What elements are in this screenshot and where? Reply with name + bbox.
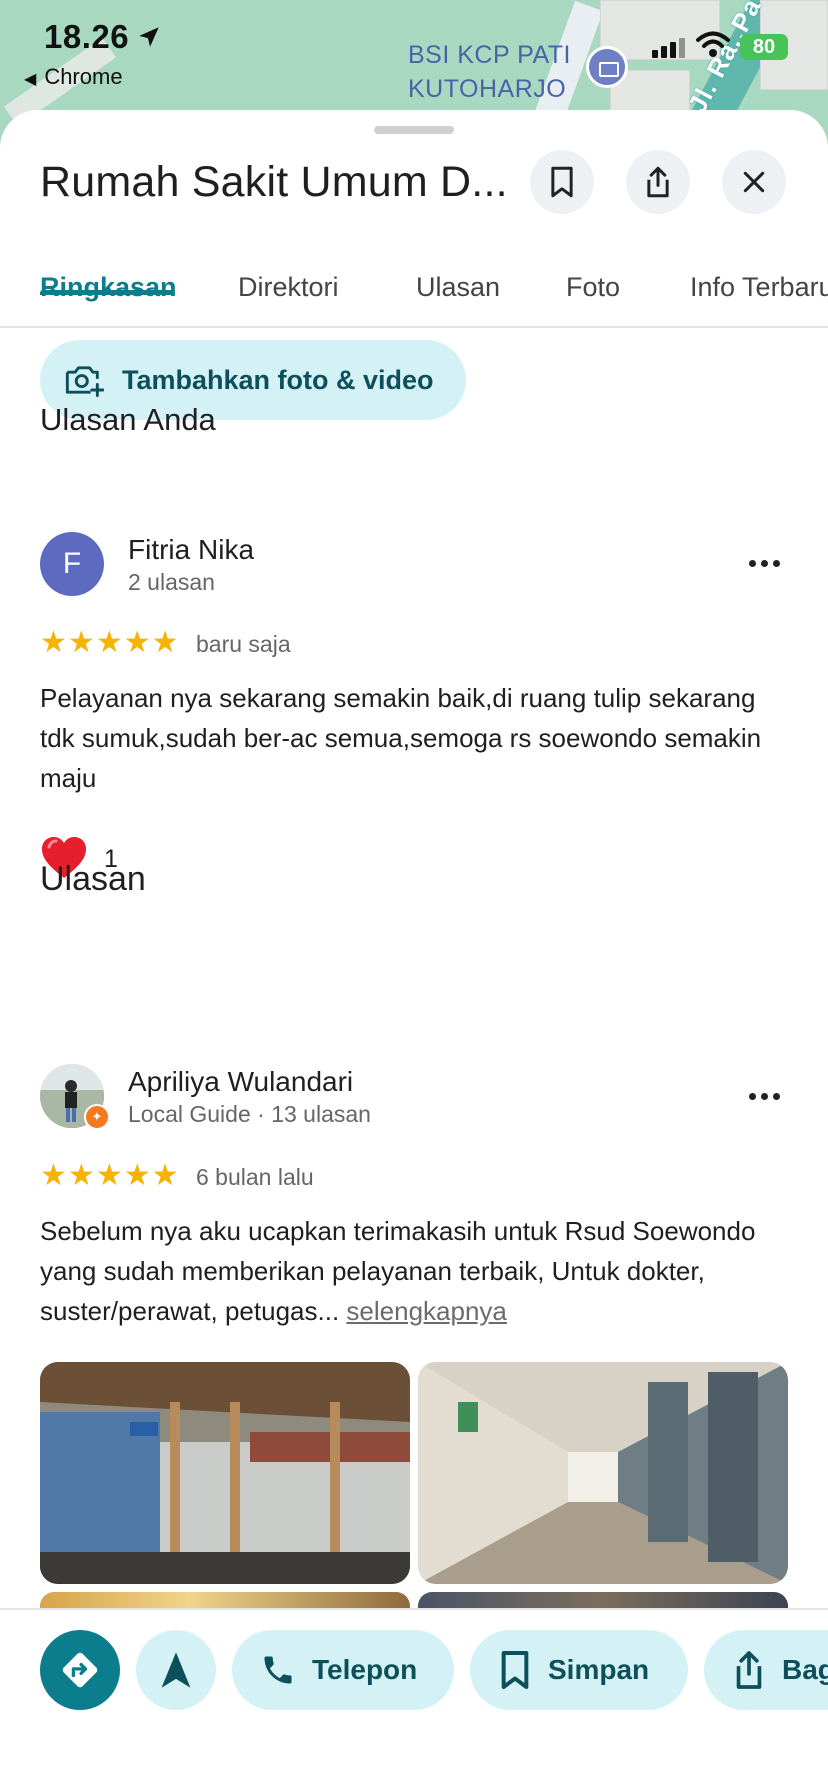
- star-icon: ★: [95, 626, 123, 659]
- add-photo-video-label: Tambahkan foto & video: [122, 364, 434, 395]
- call-button[interactable]: Telepon: [232, 1630, 454, 1710]
- avatar-initial: F: [62, 547, 82, 580]
- wifi-icon: [696, 31, 730, 57]
- place-tabs: Ringkasan Direktori Ulasan Foto Info Ter…: [0, 250, 828, 328]
- add-photo-icon: [64, 363, 104, 397]
- close-icon: [743, 171, 765, 193]
- review-time: 6 bulan lalu: [196, 1164, 314, 1190]
- save-bookmark-button[interactable]: [530, 150, 594, 214]
- your-review-heading: Ulasan Anda: [40, 402, 216, 437]
- directions-button[interactable]: [40, 1630, 120, 1710]
- dot-icon: [760, 559, 768, 567]
- map-poi-label[interactable]: BSI KCP PATI KUTOHARJO: [408, 38, 571, 106]
- tab-foto[interactable]: Foto: [566, 272, 620, 303]
- star-icon: ★: [95, 1159, 123, 1192]
- star-icon: ★: [67, 626, 95, 659]
- tab-ulasan[interactable]: Ulasan: [416, 272, 500, 303]
- share-icon: [647, 166, 669, 198]
- reviewer-name[interactable]: Apriliya Wulandari: [128, 1066, 353, 1098]
- review-more-options-button[interactable]: [740, 548, 788, 578]
- star-icon: ★: [151, 1159, 179, 1192]
- dot-icon: [772, 559, 780, 567]
- reviewer-name[interactable]: Fitria Nika: [128, 534, 254, 566]
- save-label: Simpan: [548, 1654, 650, 1685]
- avatar[interactable]: F: [40, 532, 104, 596]
- review-more-options-button[interactable]: [740, 1081, 788, 1111]
- call-label: Telepon: [312, 1654, 418, 1685]
- cellular-signal-icon: [652, 38, 685, 58]
- star-icon: ★: [123, 626, 151, 659]
- review-text: Sebelum nya aku ucapkan terimakasih untu…: [40, 1211, 790, 1331]
- star-rating: ★ ★ ★ ★ ★: [40, 1161, 179, 1191]
- dot-icon: [760, 1092, 768, 1100]
- place-details-sheet: Rumah Sakit Umum D... Ringkasan Direktor…: [0, 110, 828, 1792]
- active-tab-indicator: [40, 290, 174, 295]
- map-poi-label-line1: BSI KCP PATI: [408, 41, 571, 69]
- review-photo-image: [40, 1362, 410, 1584]
- tab-direktori[interactable]: Direktori: [238, 272, 339, 303]
- back-to-app-link[interactable]: ◀ Chrome: [24, 64, 123, 90]
- save-button[interactable]: Simpan: [470, 1630, 688, 1710]
- close-button[interactable]: [722, 150, 786, 214]
- star-icon: ★: [67, 1159, 95, 1192]
- dot-icon: [772, 1092, 780, 1100]
- start-navigation-button[interactable]: [136, 1630, 216, 1710]
- reviewer-meta: Local Guide · 13 ulasan: [128, 1101, 371, 1127]
- sheet-drag-handle[interactable]: [374, 126, 454, 134]
- local-guide-badge-icon: ✦: [84, 1104, 110, 1130]
- status-bar: 18.26 ◀ Chrome BSI KCP PATI KUTOHARJO Jl.…: [0, 0, 828, 118]
- place-title: Rumah Sakit Umum D...: [40, 158, 508, 206]
- review-photo[interactable]: [418, 1362, 788, 1584]
- dot-icon: [748, 559, 756, 567]
- review-text: Pelayanan nya sekarang semakin baik,di r…: [40, 683, 762, 793]
- dot-icon: [748, 1092, 756, 1100]
- phone-icon: [260, 1652, 296, 1688]
- star-icon: ★: [40, 626, 67, 659]
- back-triangle-icon: ◀: [24, 71, 37, 88]
- star-rating: ★ ★ ★ ★ ★: [40, 628, 179, 658]
- battery-indicator: 80: [740, 34, 788, 60]
- location-arrow-icon: [139, 27, 159, 47]
- share-button[interactable]: [626, 150, 690, 214]
- bottom-action-bar: Telepon Simpan Bagikan: [0, 1608, 828, 1792]
- directions-icon: [62, 1652, 98, 1688]
- atm-pin-icon[interactable]: [586, 46, 628, 88]
- battery-level: 80: [752, 36, 776, 58]
- read-more-link[interactable]: selengkapnya: [346, 1296, 506, 1326]
- avatar[interactable]: ✦: [40, 1064, 110, 1130]
- navigation-arrow-icon: [161, 1652, 191, 1688]
- back-app-label: Chrome: [44, 64, 123, 89]
- share-icon: [732, 1650, 766, 1690]
- star-icon: ★: [123, 1159, 151, 1192]
- review-time: baru saja: [196, 631, 291, 657]
- star-icon: ★: [40, 1159, 67, 1192]
- share-label: Bagikan: [782, 1654, 828, 1685]
- review-photo[interactable]: [40, 1362, 410, 1584]
- bookmark-icon: [498, 1650, 532, 1690]
- map-poi-label-line2: KUTOHARJO: [408, 75, 567, 103]
- bookmark-icon: [551, 166, 573, 198]
- status-time: 18.26: [44, 18, 130, 55]
- tab-ringkasan[interactable]: Ringkasan: [40, 272, 177, 303]
- share-action-button[interactable]: Bagikan: [704, 1630, 828, 1710]
- tab-info-terbaru[interactable]: Info Terbaru: [690, 272, 828, 303]
- reviewer-meta: 2 ulasan: [128, 569, 215, 595]
- star-icon: ★: [151, 626, 179, 659]
- reviews-heading: Ulasan: [40, 860, 146, 898]
- review-photo-image: [418, 1362, 788, 1584]
